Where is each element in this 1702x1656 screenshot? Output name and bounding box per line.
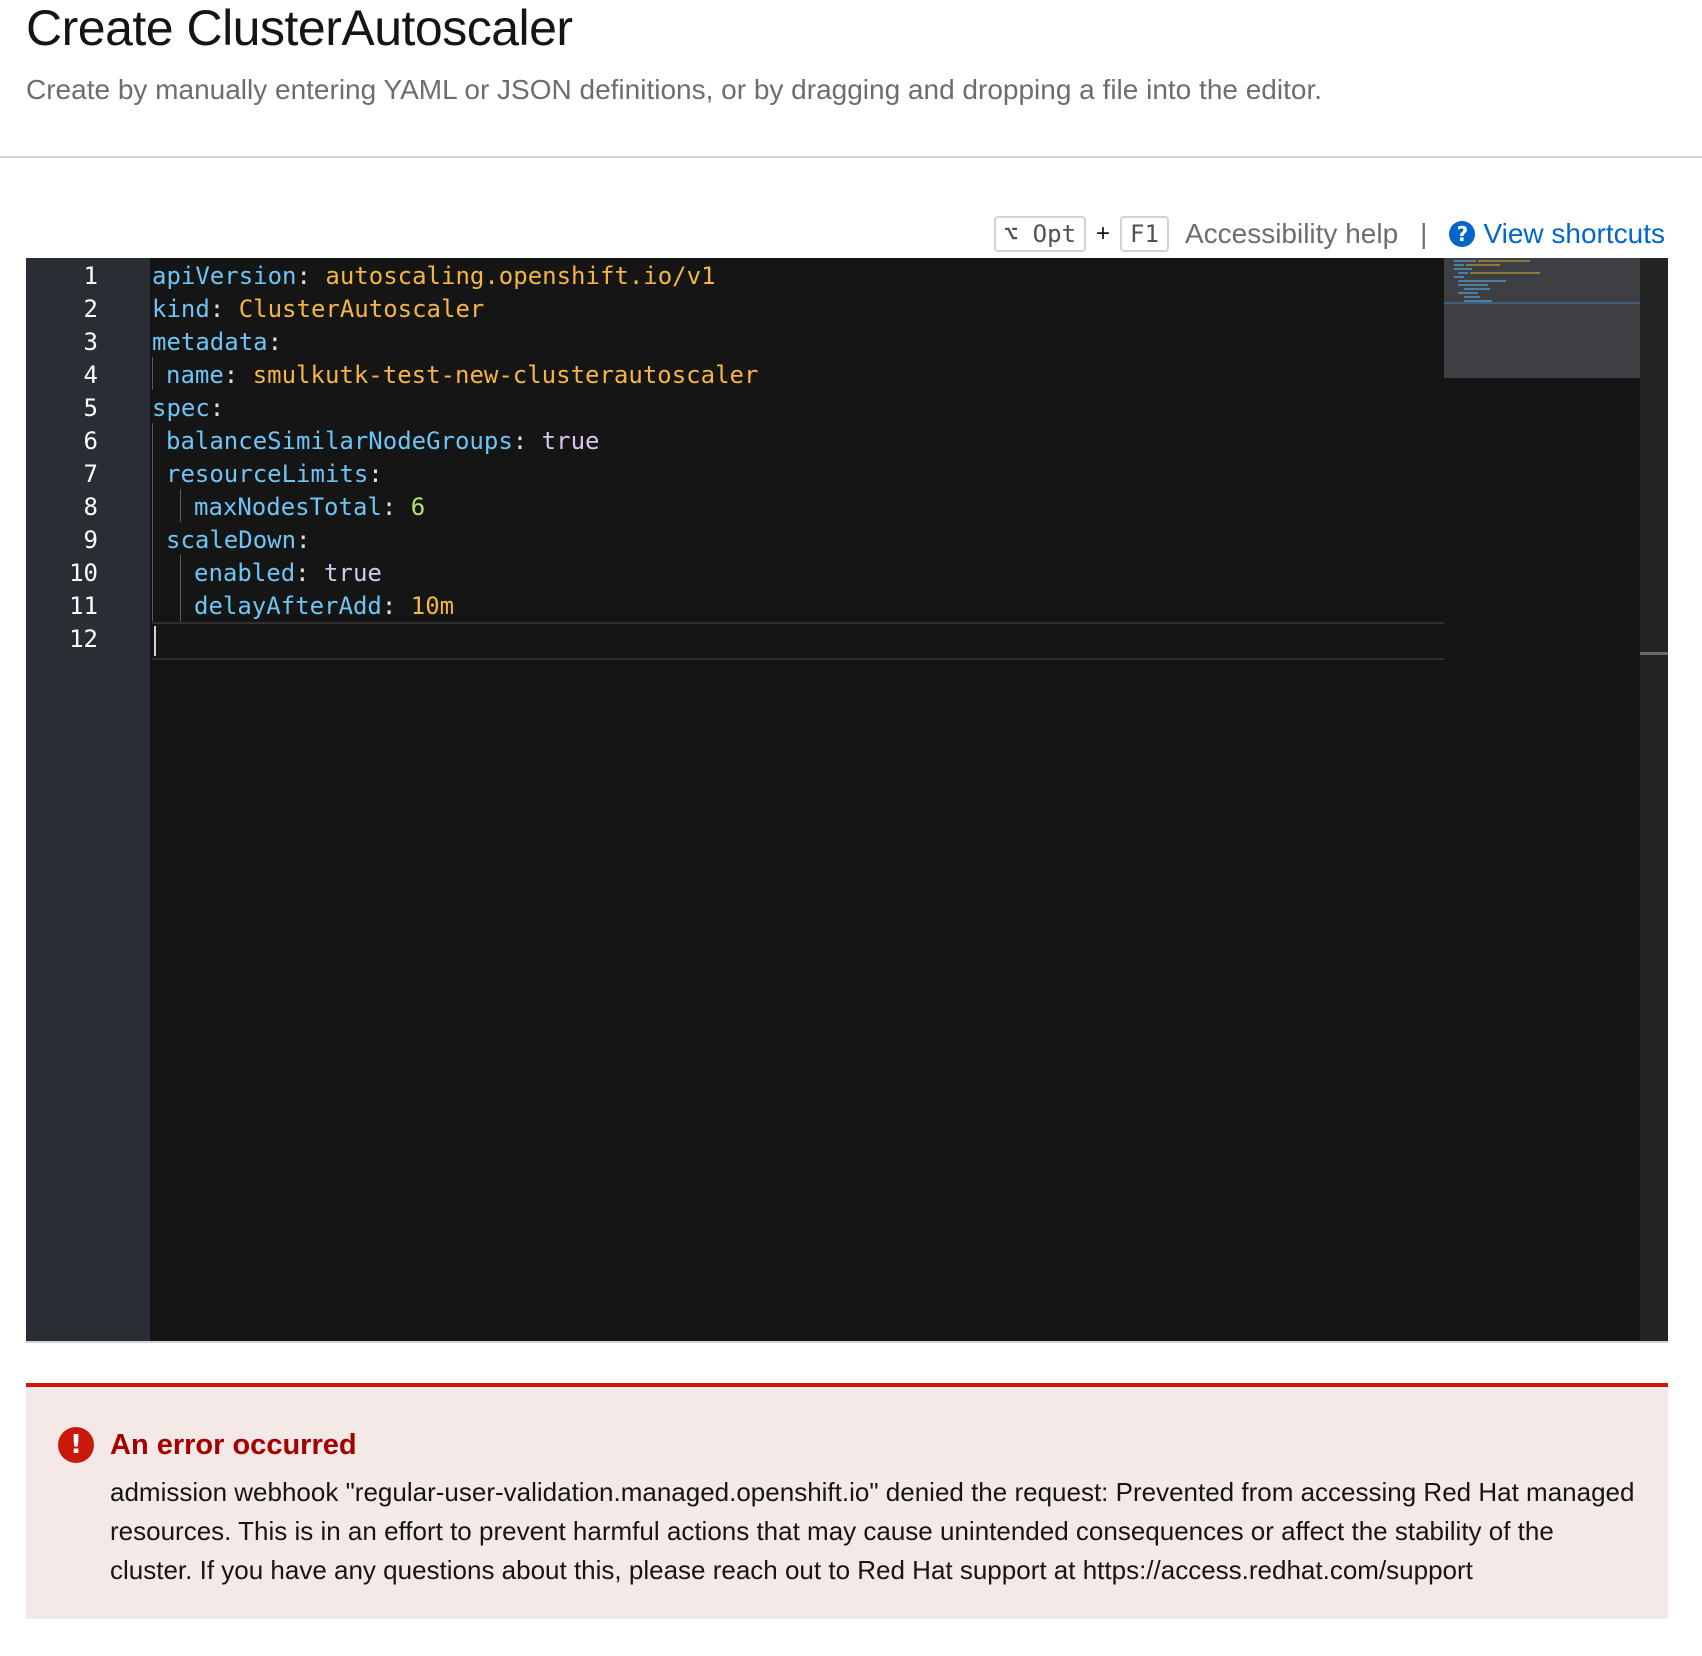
editor-divider (26, 1341, 1668, 1343)
code-line: apiVersion: autoscaling.openshift.io/v1 (152, 262, 716, 290)
plus-sign: + (1096, 220, 1111, 247)
line-number: 11 (69, 592, 98, 620)
minimap-line (1478, 260, 1530, 262)
current-line-highlight (152, 622, 1470, 660)
question-circle-icon: ? (1449, 221, 1476, 247)
minimap-line (1464, 288, 1490, 290)
code-line: name: smulkutk-test-new-clusterautoscale… (166, 361, 759, 389)
code-area[interactable]: apiVersion: autoscaling.openshift.io/v1 … (150, 258, 1470, 1341)
minimap-line (1454, 260, 1476, 262)
line-number: 4 (83, 361, 98, 389)
view-shortcuts-button[interactable]: ? View shortcuts (1449, 218, 1665, 250)
f1-key: F1 (1120, 216, 1169, 252)
line-number: 2 (83, 295, 98, 323)
code-line: resourceLimits: (166, 460, 383, 488)
alert-title: An error occurred (110, 1429, 357, 1461)
indent-guide (152, 357, 153, 390)
code-line: metadata: (152, 328, 283, 356)
code-line: maxNodesTotal: 6 (194, 493, 426, 521)
shortcuts-bar: ⌥ Opt + F1 Accessibility help | ? View s… (993, 214, 1665, 254)
indent-guide (180, 555, 181, 621)
minimap-line (1464, 296, 1480, 298)
text-cursor (154, 626, 156, 656)
exclamation-circle-icon: ! (58, 1427, 94, 1463)
line-number: 12 (69, 625, 98, 653)
line-number: 7 (83, 460, 98, 488)
minimap-line (1466, 264, 1500, 266)
minimap-line (1454, 264, 1464, 266)
line-number: 3 (83, 328, 98, 356)
line-number: 5 (83, 394, 98, 422)
minimap-line (1458, 292, 1478, 294)
vertical-scrollbar[interactable] (1640, 258, 1668, 1341)
page-header: Create ClusterAutoscaler Create by manua… (0, 0, 1702, 158)
accessibility-help-label: Accessibility help (1184, 218, 1399, 249)
minimap-cursor-line (1444, 302, 1640, 304)
code-line: spec: (152, 394, 225, 422)
scrollbar-cursor-marker (1640, 652, 1668, 655)
indent-guide (180, 489, 181, 522)
indent-guide (152, 423, 153, 621)
page-title: Create ClusterAutoscaler (26, 0, 573, 56)
code-line: delayAfterAdd: 10m (194, 592, 455, 620)
minimap-line (1454, 276, 1464, 278)
code-line: kind: ClusterAutoscaler (152, 295, 485, 323)
line-number: 9 (83, 526, 98, 554)
line-number: 8 (83, 493, 98, 521)
error-alert: ! An error occurred admission webhook "r… (26, 1383, 1668, 1619)
minimap-line (1454, 268, 1472, 270)
view-shortcuts-label: View shortcuts (1483, 218, 1665, 249)
minimap-line (1458, 284, 1488, 286)
separator: | (1420, 218, 1428, 249)
code-line: scaleDown: (166, 526, 311, 554)
code-line: balanceSimilarNodeGroups: true (166, 427, 600, 455)
opt-key: ⌥ Opt (993, 216, 1087, 252)
alert-message: admission webhook "regular-user-validati… (110, 1477, 1635, 1585)
page-subtitle: Create by manually entering YAML or JSON… (26, 74, 1323, 105)
line-number-gutter: 1 2 3 4 5 6 7 8 9 10 11 12 (26, 258, 150, 1341)
line-number: 10 (69, 559, 98, 587)
line-number: 1 (83, 262, 98, 290)
line-number: 6 (83, 427, 98, 455)
minimap-viewport[interactable] (1444, 258, 1640, 378)
minimap-line (1470, 272, 1540, 274)
minimap[interactable] (1444, 258, 1640, 1341)
yaml-editor[interactable]: 1 2 3 4 5 6 7 8 9 10 11 12 apiVersion: a… (26, 258, 1668, 1341)
minimap-line (1458, 280, 1506, 282)
minimap-line (1458, 272, 1468, 274)
code-line: enabled: true (194, 559, 382, 587)
